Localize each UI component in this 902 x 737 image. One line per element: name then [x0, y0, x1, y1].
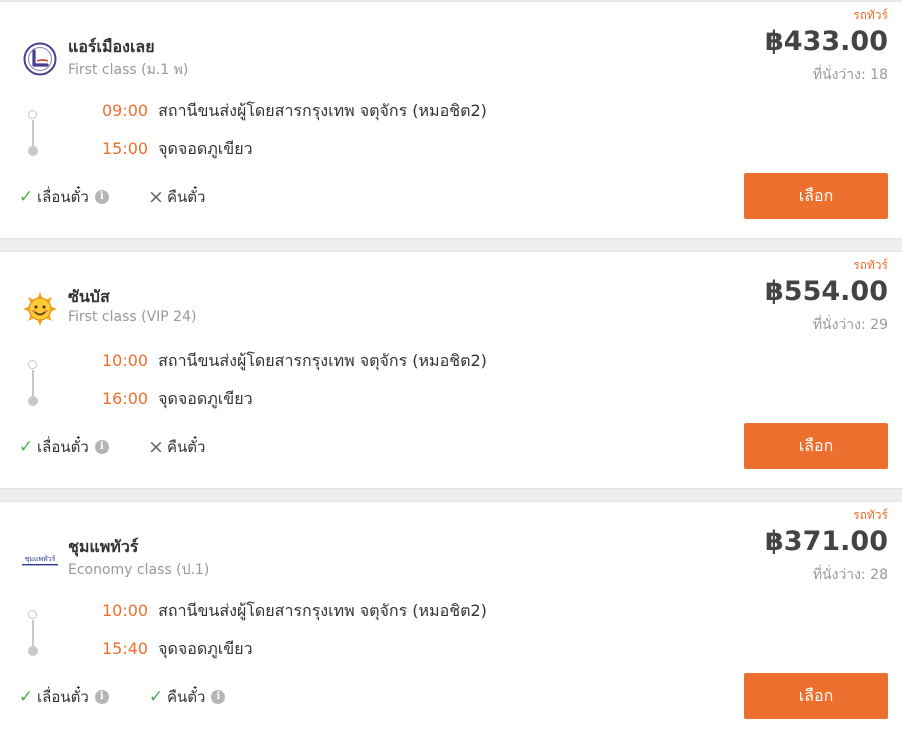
cross-icon: ×	[148, 186, 164, 208]
departure-time: 10:00	[102, 351, 149, 370]
arrival-time: 15:00	[102, 139, 149, 158]
arrival-place: จุดจอดภูเขียว	[158, 639, 253, 658]
departure-time: 10:00	[102, 601, 149, 620]
select-button[interactable]: เลือก	[744, 423, 888, 469]
arrival-time: 16:00	[102, 389, 149, 408]
operator-logo-airmuangloei	[22, 41, 58, 77]
feature-label: คืนตั๋ว	[167, 438, 206, 456]
ticket-price: ฿554.00	[765, 276, 888, 307]
seat-class: Economy class (ป.1)	[68, 562, 210, 578]
arrival-stop: 15:40 จุดจอดภูเขียว	[102, 637, 253, 662]
bus-result-card: ซันบัส First class (VIP 24) รถทัวร์ ฿554…	[0, 251, 902, 489]
check-icon: ✓	[18, 687, 34, 707]
route-timeline-icon	[27, 360, 39, 406]
feature-label: คืนตั๋ว	[167, 188, 206, 206]
operator-logo-chumphae-tour: ชุมแพทัวร์	[22, 541, 58, 577]
seats-available: ที่นั่งว่าง: 28	[812, 567, 888, 583]
operator-logo-sunbus	[22, 291, 58, 327]
departure-stop: 10:00 สถานีขนส่งผู้โดยสารกรุงเทพ จตุจักร …	[102, 349, 487, 374]
feature-refund: ✓ คืนตั๋ว i	[147, 685, 226, 709]
departure-stop: 10:00 สถานีขนส่งผู้โดยสารกรุงเทพ จตุจักร …	[102, 599, 487, 624]
check-icon: ✓	[18, 187, 34, 207]
feature-refund: × คืนตั๋ว	[147, 185, 205, 209]
check-icon: ✓	[18, 437, 34, 457]
seats-available: ที่นั่งว่าง: 18	[812, 67, 888, 83]
arrival-time: 15:40	[102, 639, 149, 658]
bus-results-list: แอร์เมืองเลย First class (ม.1 พ) รถทัวร์…	[0, 0, 902, 737]
operator-name: ซันบัส	[68, 287, 110, 306]
select-button[interactable]: เลือก	[744, 673, 888, 719]
bus-result-card: ชุมแพทัวร์ ชุมแพทัวร์ Economy class (ป.1…	[0, 501, 902, 737]
ticket-price: ฿371.00	[765, 526, 888, 557]
departure-stop: 09:00 สถานีขนส่งผู้โดยสารกรุงเทพ จตุจักร …	[102, 99, 487, 124]
seat-class: First class (VIP 24)	[68, 309, 197, 325]
feature-reschedule: ✓ เลื่อนตั๋ว i	[17, 685, 109, 709]
operator-name: แอร์เมืองเลย	[68, 37, 155, 56]
operator-name: ชุมแพทัวร์	[68, 537, 139, 556]
info-icon[interactable]: i	[94, 440, 109, 454]
route-timeline-icon	[27, 110, 39, 156]
feature-reschedule: ✓ เลื่อนตั๋ว i	[17, 435, 109, 459]
departure-place: สถานีขนส่งผู้โดยสารกรุงเทพ จตุจักร (หมอช…	[158, 601, 487, 620]
cross-icon: ×	[148, 436, 164, 458]
route-timeline-icon	[27, 610, 39, 656]
arrival-stop: 16:00 จุดจอดภูเขียว	[102, 387, 253, 412]
svg-text:ชุมแพทัวร์: ชุมแพทัวร์	[25, 555, 56, 563]
feature-label: เลื่อนตั๋ว	[37, 688, 89, 706]
departure-place: สถานีขนส่งผู้โดยสารกรุงเทพ จตุจักร (หมอช…	[158, 101, 487, 120]
seats-available: ที่นั่งว่าง: 29	[812, 317, 888, 333]
vehicle-type-tag: รถทัวร์	[853, 508, 888, 522]
feature-refund: × คืนตั๋ว	[147, 435, 205, 459]
ticket-price: ฿433.00	[765, 26, 888, 57]
info-icon[interactable]: i	[211, 690, 226, 704]
vehicle-type-tag: รถทัวร์	[853, 8, 888, 22]
feature-label: เลื่อนตั๋ว	[37, 188, 89, 206]
select-button[interactable]: เลือก	[744, 173, 888, 219]
departure-place: สถานีขนส่งผู้โดยสารกรุงเทพ จตุจักร (หมอช…	[158, 351, 487, 370]
arrival-place: จุดจอดภูเขียว	[158, 389, 253, 408]
vehicle-type-tag: รถทัวร์	[853, 258, 888, 272]
departure-time: 09:00	[102, 101, 149, 120]
feature-reschedule: ✓ เลื่อนตั๋ว i	[17, 185, 109, 209]
bus-result-card: แอร์เมืองเลย First class (ม.1 พ) รถทัวร์…	[0, 1, 902, 239]
check-icon: ✓	[148, 687, 164, 707]
feature-label: คืนตั๋ว	[167, 688, 206, 706]
info-icon[interactable]: i	[94, 190, 109, 204]
arrival-stop: 15:00 จุดจอดภูเขียว	[102, 137, 253, 162]
feature-label: เลื่อนตั๋ว	[37, 438, 89, 456]
info-icon[interactable]: i	[94, 690, 109, 704]
arrival-place: จุดจอดภูเขียว	[158, 139, 253, 158]
seat-class: First class (ม.1 พ)	[68, 62, 189, 78]
